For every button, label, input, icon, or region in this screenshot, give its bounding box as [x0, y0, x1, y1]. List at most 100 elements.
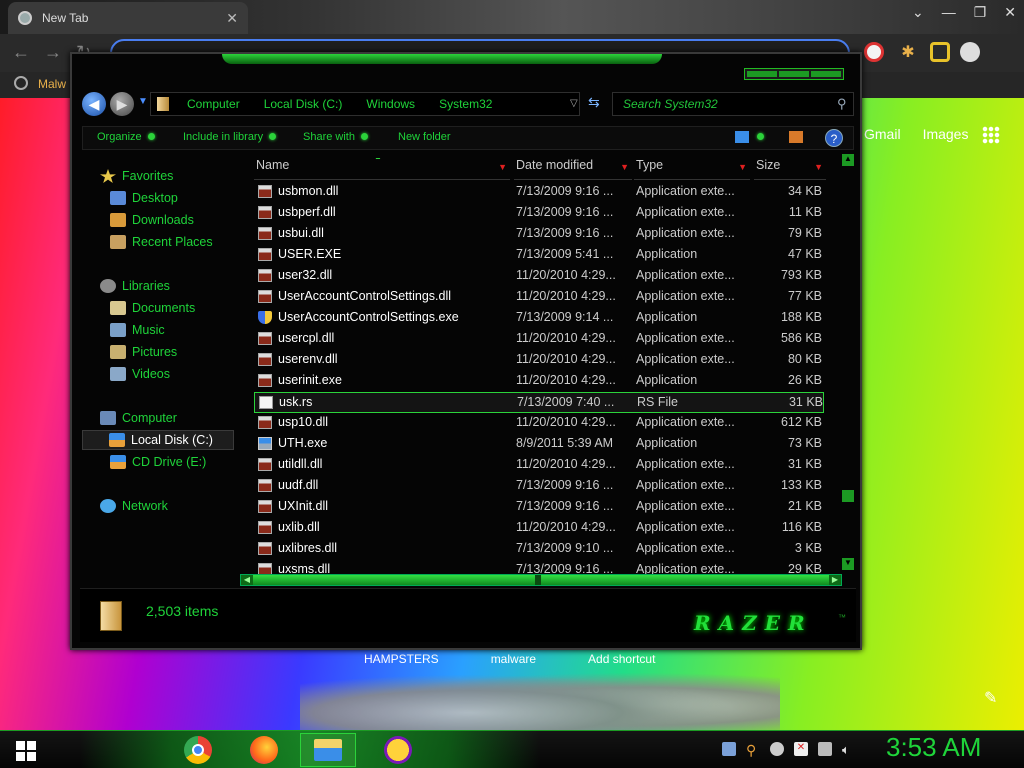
share-with-button[interactable]: Share with — [303, 131, 368, 143]
file-row[interactable]: userinit.exe 11/20/2010 4:29... Applicatio… — [254, 371, 824, 392]
nav-desktop[interactable]: Desktop — [110, 188, 178, 208]
nav-network[interactable]: Network — [100, 496, 168, 516]
volume-icon[interactable]: 🔈︎ — [842, 742, 856, 757]
scroll-left-icon[interactable]: ◀ — [241, 575, 253, 585]
profile-avatar-icon[interactable] — [960, 42, 980, 62]
breadcrumb-windows[interactable]: Windows — [366, 97, 415, 111]
hscroll-thumb[interactable] — [535, 575, 541, 585]
minimize-icon[interactable]: — — [942, 4, 956, 21]
back-arrow-icon[interactable]: ← — [12, 42, 30, 63]
chevron-down-icon[interactable]: ⌄ — [912, 4, 924, 21]
close-button[interactable] — [811, 71, 841, 77]
file-row[interactable]: uxlib.dll 11/20/2010 4:29... Application e… — [254, 518, 824, 539]
search-input[interactable]: Search System32 ⚲ — [612, 92, 854, 116]
taskbar-chrome[interactable] — [170, 733, 226, 767]
scroll-right-icon[interactable]: ▶ — [829, 575, 841, 585]
customize-pencil-icon[interactable]: ✎ — [984, 688, 997, 708]
shortcut-hampsters[interactable]: HAMPSTERS — [364, 652, 439, 666]
bookmark-item[interactable]: Malw — [38, 77, 66, 91]
breadcrumb-computer[interactable]: Computer — [187, 97, 240, 111]
breadcrumb-local-disk[interactable]: Local Disk (C:) — [264, 97, 343, 111]
taskbar-clock[interactable]: 3:53 AM — [886, 732, 981, 763]
column-header-type[interactable]: Type ▼ — [634, 158, 750, 180]
vertical-scrollbar[interactable]: ▲ ▼ — [842, 154, 854, 576]
search-tray-icon[interactable]: ⚲ — [746, 742, 760, 758]
tray-app-icon[interactable] — [722, 742, 736, 756]
column-dropdown-icon[interactable]: ▼ — [620, 162, 629, 172]
column-header-name[interactable]: Name ▼ — [254, 158, 510, 180]
horizontal-scrollbar[interactable]: ◀ ▶ — [240, 574, 842, 586]
restore-icon[interactable]: ❐ — [974, 4, 987, 21]
file-row[interactable]: usbperf.dll 7/13/2009 9:16 ... Application… — [254, 203, 824, 224]
chat-tray-icon[interactable] — [770, 742, 784, 756]
organize-button[interactable]: Organize — [97, 131, 155, 143]
apps-grid-icon[interactable] — [982, 126, 1000, 144]
action-center-icon[interactable]: ✕ — [794, 742, 808, 756]
nav-downloads[interactable]: Downloads — [110, 210, 194, 230]
images-link[interactable]: Images — [923, 126, 969, 142]
file-row[interactable]: UTH.exe 8/9/2011 5:39 AM Application 73 KB — [254, 434, 824, 455]
taskbar-yahoo[interactable] — [370, 733, 426, 767]
view-dropdown[interactable] — [751, 131, 764, 143]
gmail-link[interactable]: Gmail — [864, 126, 901, 142]
nav-libraries[interactable]: Libraries — [100, 276, 170, 296]
file-row[interactable]: UserAccountControlSettings.exe 7/13/2009 … — [254, 308, 824, 329]
taskbar-explorer[interactable] — [300, 733, 356, 767]
nav-videos[interactable]: Videos — [110, 364, 170, 384]
file-row[interactable]: uxlibres.dll 7/13/2009 9:10 ... Applicatio… — [254, 539, 824, 560]
puzzle-extensions-icon[interactable]: ✱ — [898, 42, 918, 62]
file-row[interactable]: userenv.dll 11/20/2010 4:29... Application… — [254, 350, 824, 371]
new-folder-button[interactable]: New folder — [398, 131, 451, 143]
address-bar[interactable]: Computer Local Disk (C:) Windows System3… — [150, 92, 580, 116]
column-dropdown-icon[interactable]: ▼ — [814, 162, 823, 172]
file-row[interactable]: usercpl.dll 11/20/2010 4:29... Application… — [254, 329, 824, 350]
forward-button[interactable]: ▶ — [110, 92, 134, 116]
browser-tab[interactable]: New Tab ✕ — [8, 2, 248, 34]
close-window-icon[interactable]: ✕ — [1004, 4, 1016, 21]
back-button[interactable]: ◀ — [82, 92, 106, 116]
file-row[interactable]: user32.dll 11/20/2010 4:29... Application … — [254, 266, 824, 287]
scroll-thumb[interactable] — [842, 490, 854, 502]
column-header-date[interactable]: Date modified ▼ — [514, 158, 632, 180]
address-dropdown-icon[interactable]: ▽ — [570, 98, 578, 109]
file-row[interactable]: usp10.dll 11/20/2010 4:29... Application e… — [254, 413, 824, 434]
column-dropdown-icon[interactable]: ▼ — [738, 162, 747, 172]
file-row[interactable]: UXInit.dll 7/13/2009 9:16 ... Application … — [254, 497, 824, 518]
file-row[interactable]: utildll.dll 11/20/2010 4:29... Application… — [254, 455, 824, 476]
taskbar-firefox[interactable] — [236, 733, 292, 767]
side-panel-icon[interactable] — [930, 42, 950, 62]
forward-arrow-icon[interactable]: → — [44, 42, 62, 63]
shortcut-malware[interactable]: malware — [491, 652, 536, 666]
help-button[interactable]: ? — [825, 129, 843, 147]
nav-favorites[interactable]: Favorites — [100, 166, 173, 186]
column-dropdown-icon[interactable]: ▼ — [498, 162, 507, 172]
breadcrumb-system32[interactable]: System32 — [439, 97, 492, 111]
scroll-down-icon[interactable]: ▼ — [842, 558, 854, 570]
nav-computer[interactable]: Computer — [100, 408, 177, 428]
file-row[interactable]: USER.EXE 7/13/2009 5:41 ... Application 47 … — [254, 245, 824, 266]
nav-documents[interactable]: Documents — [110, 298, 195, 318]
column-header-size[interactable]: Size ▼ — [754, 158, 826, 180]
file-row[interactable]: UserAccountControlSettings.dll 11/20/2010… — [254, 287, 824, 308]
file-row[interactable]: usk.rs 7/13/2009 7:40 ... RS File 31 KB — [254, 392, 824, 413]
minimize-button[interactable] — [747, 71, 777, 77]
nav-music[interactable]: Music — [110, 320, 165, 340]
change-view-icon[interactable] — [735, 131, 749, 143]
network-tray-icon[interactable] — [818, 742, 832, 756]
nav-local-disk[interactable]: Local Disk (C:) — [82, 430, 234, 450]
include-in-library-button[interactable]: Include in library — [183, 131, 277, 143]
extension-flag-icon[interactable] — [864, 42, 884, 62]
maximize-button[interactable] — [779, 71, 809, 77]
scroll-up-icon[interactable]: ▲ — [842, 154, 854, 166]
file-row[interactable]: usbmon.dll 7/13/2009 9:16 ... Application … — [254, 182, 824, 203]
file-row[interactable]: uudf.dll 7/13/2009 9:16 ... Application ex… — [254, 476, 824, 497]
add-shortcut-button[interactable]: Add shortcut — [588, 652, 655, 666]
nav-recent-places[interactable]: Recent Places — [110, 232, 213, 252]
close-tab-icon[interactable]: ✕ — [226, 10, 238, 27]
file-row[interactable]: usbui.dll 7/13/2009 9:16 ... Application e… — [254, 224, 824, 245]
history-dropdown-icon[interactable]: ▼ — [138, 96, 148, 107]
nav-cd-drive[interactable]: CD Drive (E:) — [110, 452, 206, 472]
refresh-icon[interactable]: ⇆ — [588, 94, 600, 111]
nav-pictures[interactable]: Pictures — [110, 342, 177, 362]
start-button[interactable] — [16, 741, 36, 761]
